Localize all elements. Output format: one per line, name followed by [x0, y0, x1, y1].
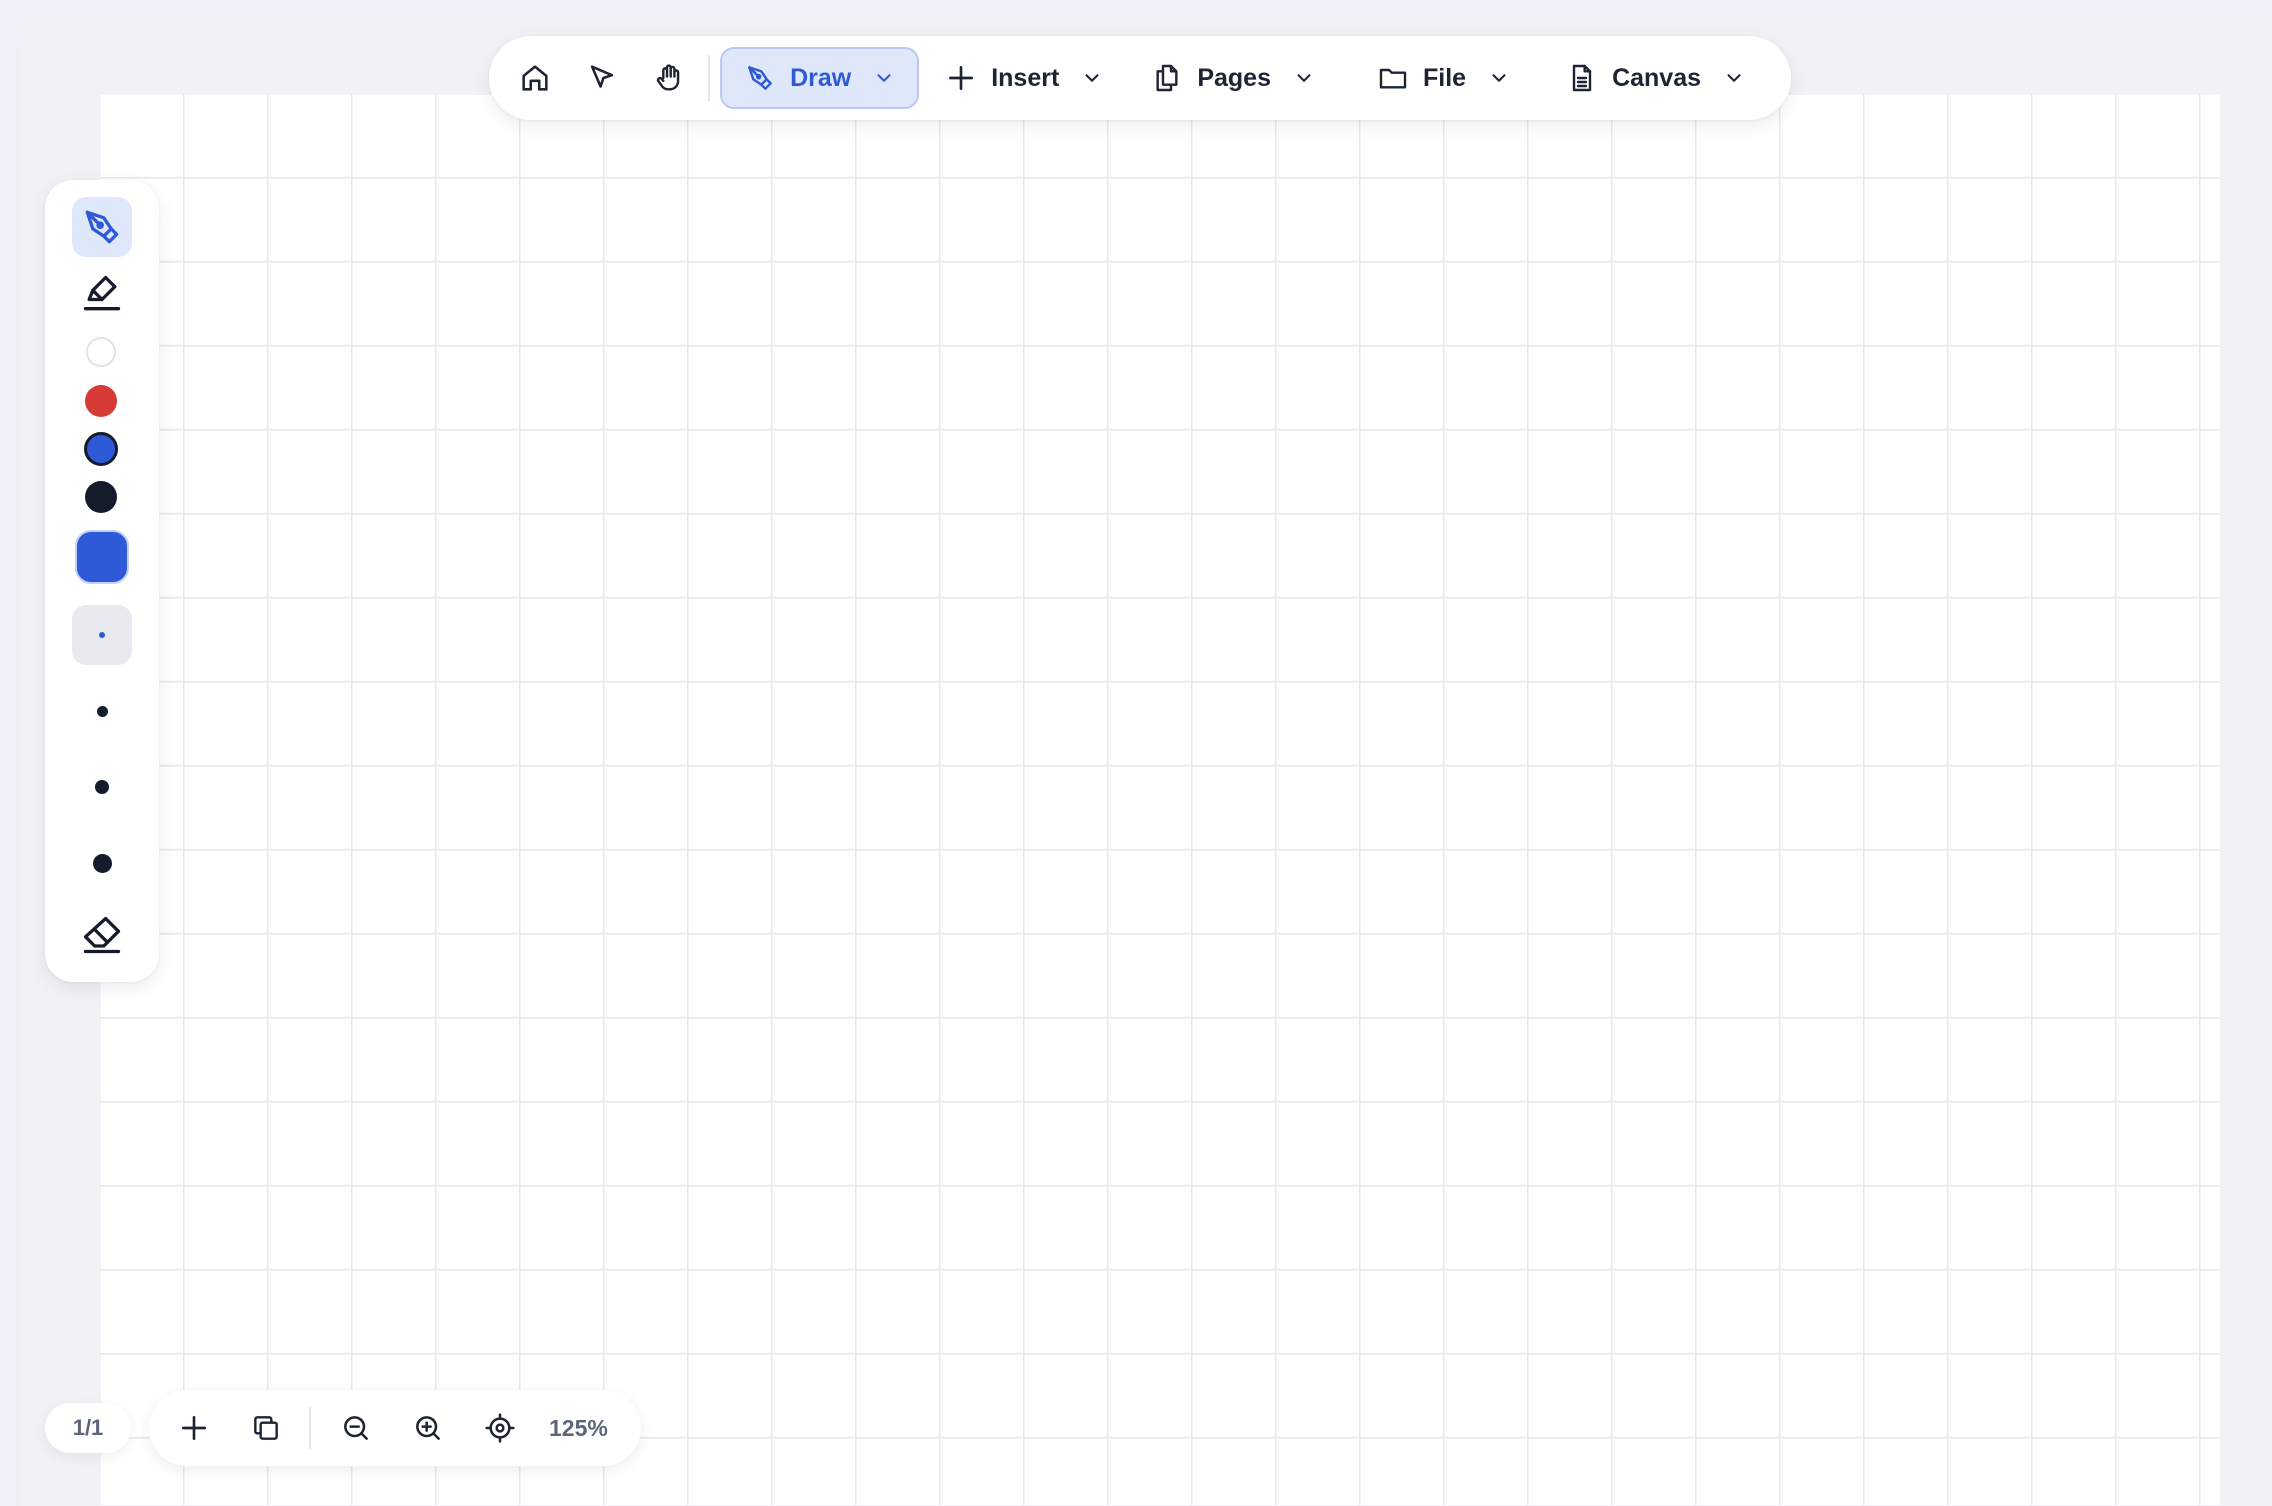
crosshair-icon	[485, 1413, 515, 1443]
stroke-dot	[96, 705, 108, 717]
pen-icon	[748, 66, 772, 90]
recenter-button[interactable]	[473, 1401, 527, 1455]
duplicate-page-button[interactable]	[239, 1401, 293, 1455]
zoom-toolbar: 125%	[149, 1390, 641, 1466]
stroke-size-xs[interactable]	[72, 605, 132, 665]
pen-icon	[85, 210, 119, 244]
color-swatch-blue[interactable]	[84, 432, 118, 466]
hand-icon	[656, 64, 679, 91]
plus-icon	[949, 66, 974, 90]
add-page-button[interactable]	[167, 1401, 221, 1455]
app-window	[20, 14, 2272, 1506]
folder-icon	[1379, 68, 1407, 89]
stroke-dot	[99, 632, 105, 638]
zoom-in-button[interactable]	[401, 1401, 455, 1455]
draw-tool-panel	[45, 180, 159, 982]
file-menu-label: File	[1422, 63, 1467, 92]
chevron-down-icon	[1492, 74, 1506, 82]
color-swatch-black[interactable]	[85, 481, 117, 513]
zoom-out-button[interactable]	[329, 1401, 383, 1455]
pages-menu[interactable]: Pages	[1129, 47, 1337, 109]
plus-icon	[182, 1416, 206, 1440]
chevron-down-icon	[1727, 74, 1741, 82]
color-swatch-red[interactable]	[85, 385, 117, 417]
pen-tool-button[interactable]	[72, 197, 132, 257]
main-toolbar: Draw Insert Pages File Canvas	[489, 36, 1791, 120]
canvas-menu[interactable]: Canvas	[1544, 47, 1767, 109]
select-tool-button[interactable]	[576, 51, 627, 105]
pages-menu-label: Pages	[1197, 63, 1271, 92]
file-menu[interactable]: File	[1355, 47, 1532, 109]
zoom-level[interactable]: 125%	[549, 1415, 608, 1442]
canvas-menu-label: Canvas	[1612, 63, 1702, 92]
eraser-tool-button[interactable]	[72, 905, 132, 965]
drawing-canvas[interactable]	[100, 94, 2220, 1505]
chevron-down-icon	[877, 74, 891, 82]
draw-menu[interactable]: Draw	[720, 47, 920, 109]
home-button[interactable]	[509, 51, 560, 105]
stroke-size-l[interactable]	[72, 833, 132, 893]
zoom-toolbar-divider	[309, 1407, 311, 1449]
toolbar-divider	[708, 55, 711, 101]
highlighter-tool-button[interactable]	[72, 264, 132, 324]
eraser-icon	[83, 916, 121, 954]
page-indicator-text: 1/1	[72, 1415, 104, 1440]
pan-tool-button[interactable]	[643, 51, 694, 105]
color-swatch-white[interactable]	[86, 337, 116, 367]
current-color-button[interactable]	[75, 530, 129, 584]
insert-menu[interactable]: Insert	[923, 47, 1125, 109]
insert-menu-label: Insert	[991, 63, 1060, 92]
document-icon	[1572, 64, 1592, 92]
stroke-dot	[95, 780, 109, 794]
chevron-down-icon	[1085, 74, 1099, 82]
pointer-icon	[590, 65, 613, 88]
page-indicator[interactable]: 1/1	[45, 1403, 131, 1453]
pages-icon	[1156, 64, 1178, 92]
home-icon	[521, 65, 548, 91]
draw-menu-label: Draw	[790, 63, 852, 92]
zoom-out-icon	[344, 1416, 368, 1440]
copy-icon	[254, 1416, 278, 1440]
zoom-in-icon	[416, 1416, 440, 1440]
chevron-down-icon	[1297, 74, 1311, 82]
stroke-dot	[92, 853, 112, 873]
stroke-size-m[interactable]	[72, 757, 132, 817]
stroke-size-s[interactable]	[72, 681, 132, 741]
highlighter-icon	[83, 275, 121, 311]
